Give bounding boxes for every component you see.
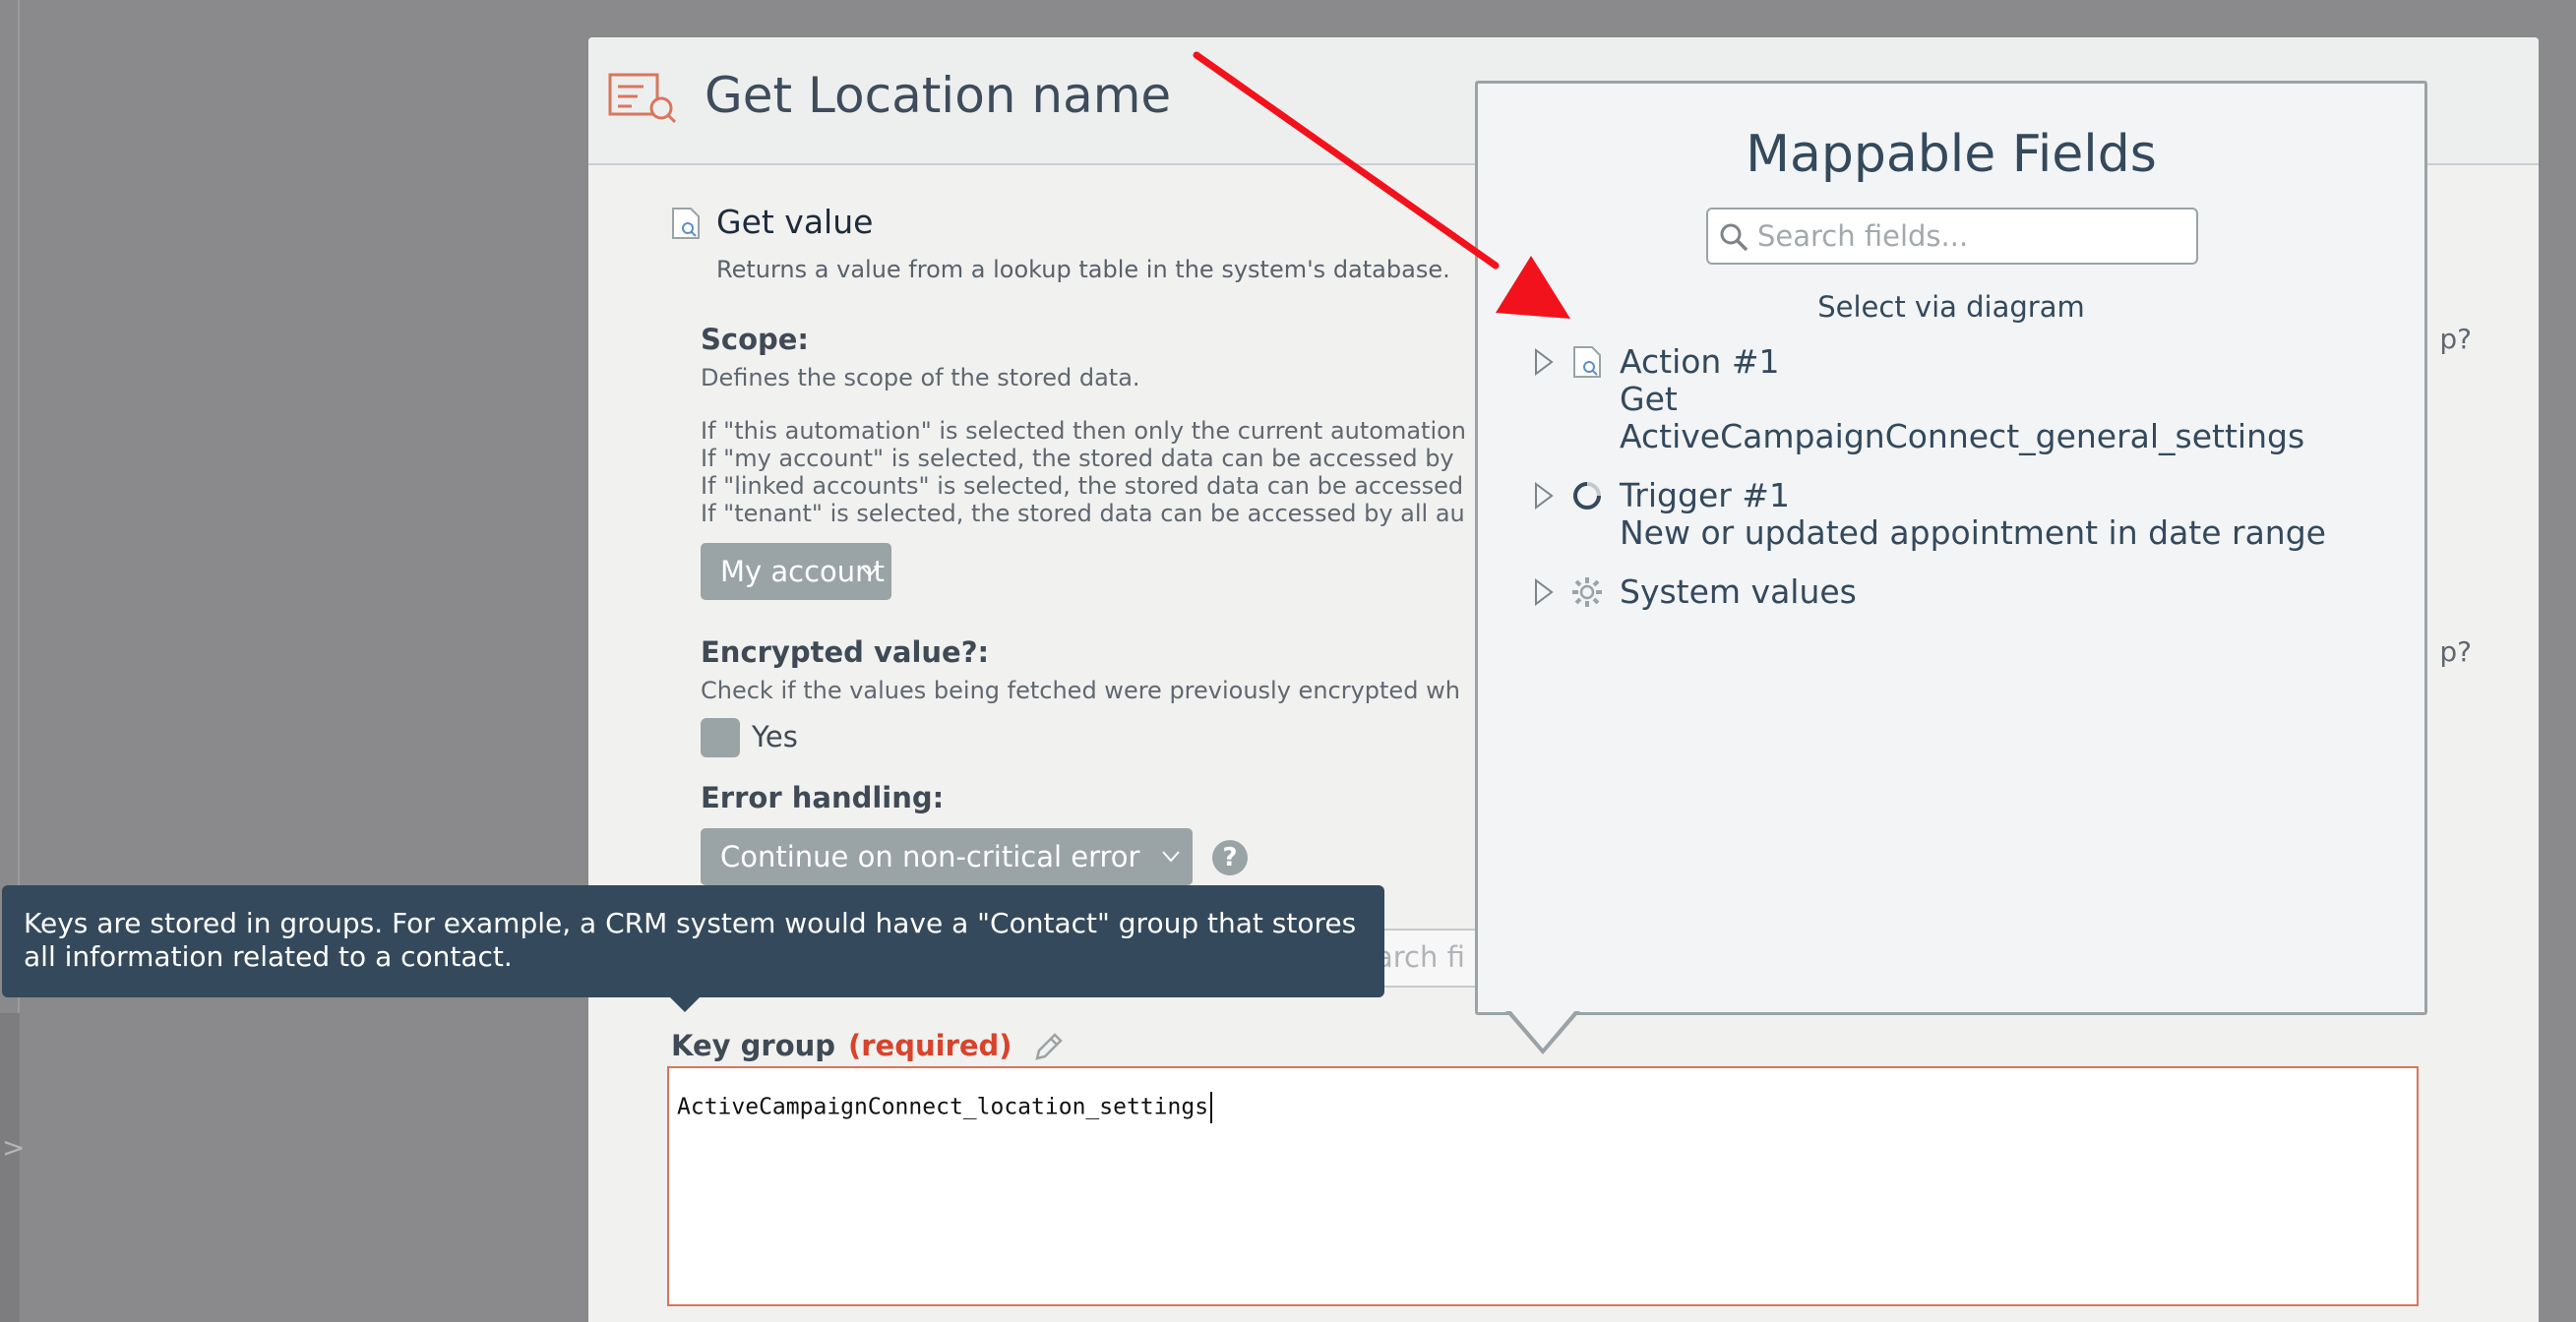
spinner-icon: [1573, 482, 1601, 510]
dialog-title: Get Location name: [705, 67, 1172, 124]
expand-triangle-icon[interactable]: [1533, 577, 1555, 607]
encrypted-checkbox-label: Yes: [752, 720, 798, 753]
tree-item-line: Get: [1620, 380, 1678, 418]
scope-help-line: If "tenant" is selected, the stored data…: [701, 500, 1465, 527]
encrypted-description: Check if the values being fetched were p…: [701, 677, 1460, 704]
document-search-icon: [672, 208, 700, 239]
partial-help-text: p?: [2439, 323, 2472, 355]
document-search-icon: [1573, 346, 1601, 378]
key-group-value-text: ActiveCampaignConnect_location_settings: [677, 1094, 1209, 1120]
search-placeholder: Search fields...: [1757, 219, 1969, 253]
search-placeholder-fragment: arch fi: [1376, 940, 1465, 974]
scope-label: Scope:: [701, 323, 810, 356]
popup-pointer-inner: [1509, 1009, 1576, 1049]
required-marker: (required): [848, 1029, 1012, 1062]
key-group-tooltip: Keys are stored in groups. For example, …: [2, 885, 1384, 997]
popup-title: Mappable Fields: [1746, 125, 2157, 184]
chevron-down-icon: [1162, 851, 1180, 863]
mappable-fields-popup: Mappable Fields Search fields... Select …: [1475, 81, 2427, 1015]
step-title: Get value: [716, 203, 874, 241]
key-group-label: Key group: [671, 1029, 836, 1062]
scope-help-line: If "my account" is selected, the stored …: [701, 445, 1454, 472]
error-handling-select[interactable]: Continue on non-critical error: [701, 828, 1193, 885]
search-icon: [1720, 223, 1748, 252]
list-search-icon: [608, 73, 677, 124]
tree-item-text: System values: [1620, 573, 1857, 611]
pencil-icon[interactable]: [1031, 1031, 1065, 1064]
scope-help-text: If "this automation" is selected then on…: [701, 417, 1566, 527]
help-icon[interactable]: ?: [1212, 840, 1248, 875]
tree-item-line: Action #1: [1620, 342, 1780, 381]
encrypted-checkbox[interactable]: [701, 718, 740, 757]
scope-select[interactable]: My account: [701, 543, 891, 600]
tree-item-text: Action #1 Get ActiveCampaignConnect_gene…: [1620, 343, 2304, 455]
collapse-tab[interactable]: >: [0, 1013, 25, 1322]
text-cursor: [1210, 1092, 1213, 1123]
partial-help-text: p?: [2439, 635, 2472, 668]
expand-triangle-icon[interactable]: [1533, 347, 1555, 377]
expand-triangle-icon[interactable]: [1533, 481, 1555, 511]
scope-help-line: If "linked accounts" is selected, the st…: [701, 472, 1464, 500]
key-group-textarea[interactable]: ActiveCampaignConnect_location_settings: [667, 1066, 2419, 1306]
step-description: Returns a value from a lookup table in t…: [716, 256, 1450, 283]
chevron-down-icon: [861, 566, 879, 577]
tree-item-line: ActiveCampaignConnect_general_settings: [1620, 417, 2305, 455]
tooltip-arrow: [669, 996, 701, 1012]
error-handling-label: Error handling:: [701, 781, 945, 814]
select-via-diagram-link[interactable]: Select via diagram: [1478, 290, 2424, 324]
tree-item-text: Trigger #1 New or updated appointment in…: [1620, 477, 2326, 552]
chevron-right-icon: >: [2, 1131, 26, 1164]
scope-description: Defines the scope of the stored data.: [701, 364, 1140, 391]
gear-icon: [1572, 577, 1602, 607]
scope-help-line: If "this automation" is selected then on…: [701, 417, 1467, 445]
fields-search-input[interactable]: Search fields...: [1706, 208, 2198, 265]
error-handling-select-value: Continue on non-critical error: [720, 840, 1140, 873]
tree-item-line: Trigger #1: [1620, 476, 1790, 514]
key-group-value: ActiveCampaignConnect_location_settings: [677, 1092, 1213, 1123]
encrypted-label: Encrypted value?:: [701, 635, 990, 669]
tree-item-line: System values: [1620, 572, 1857, 611]
tree-item-line: New or updated appointment in date range: [1620, 513, 2326, 552]
tooltip-text: Keys are stored in groups. For example, …: [24, 907, 1357, 973]
